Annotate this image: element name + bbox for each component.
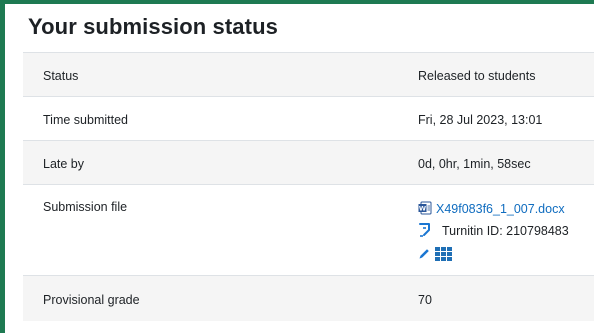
submission-status-panel: Your submission status Status Released t… <box>0 0 594 333</box>
table-row: Status Released to students <box>23 52 594 97</box>
late-by-label: Late by <box>23 140 398 185</box>
turnitin-icon[interactable] <box>418 222 432 241</box>
file-line: W X49f083f6_1_007.docx <box>418 200 594 218</box>
turnitin-id: Turnitin ID: 210798483 <box>442 224 569 238</box>
submission-file-cell: W X49f083f6_1_007.docx Turnitin ID: 2107… <box>398 184 594 276</box>
grid-icon[interactable] <box>435 246 452 264</box>
table-row: Provisional grade 70 <box>23 275 594 321</box>
pencil-icon[interactable] <box>418 247 431 263</box>
time-submitted-value: Fri, 28 Jul 2023, 13:01 <box>398 96 594 141</box>
table-row: Submission file W X49f083f6_1_007.docx T… <box>23 184 594 276</box>
status-value: Released to students <box>398 52 594 97</box>
file-actions <box>418 246 594 264</box>
late-by-value: 0d, 0hr, 1min, 58sec <box>398 140 594 185</box>
submission-file-link[interactable]: X49f083f6_1_007.docx <box>436 202 565 216</box>
time-submitted-label: Time submitted <box>23 96 398 141</box>
word-document-icon: W <box>418 201 432 218</box>
provisional-grade-value: 70 <box>398 275 594 321</box>
table-row: Late by 0d, 0hr, 1min, 58sec <box>23 140 594 185</box>
status-label: Status <box>23 52 398 97</box>
page-title: Your submission status <box>28 14 278 39</box>
submission-file-label: Submission file <box>23 184 398 276</box>
svg-text:W: W <box>419 204 426 212</box>
table-row: Time submitted Fri, 28 Jul 2023, 13:01 <box>23 96 594 141</box>
turnitin-line: Turnitin ID: 210798483 <box>418 222 594 240</box>
submission-status-table: Status Released to students Time submitt… <box>23 52 594 321</box>
provisional-grade-label: Provisional grade <box>23 275 398 321</box>
